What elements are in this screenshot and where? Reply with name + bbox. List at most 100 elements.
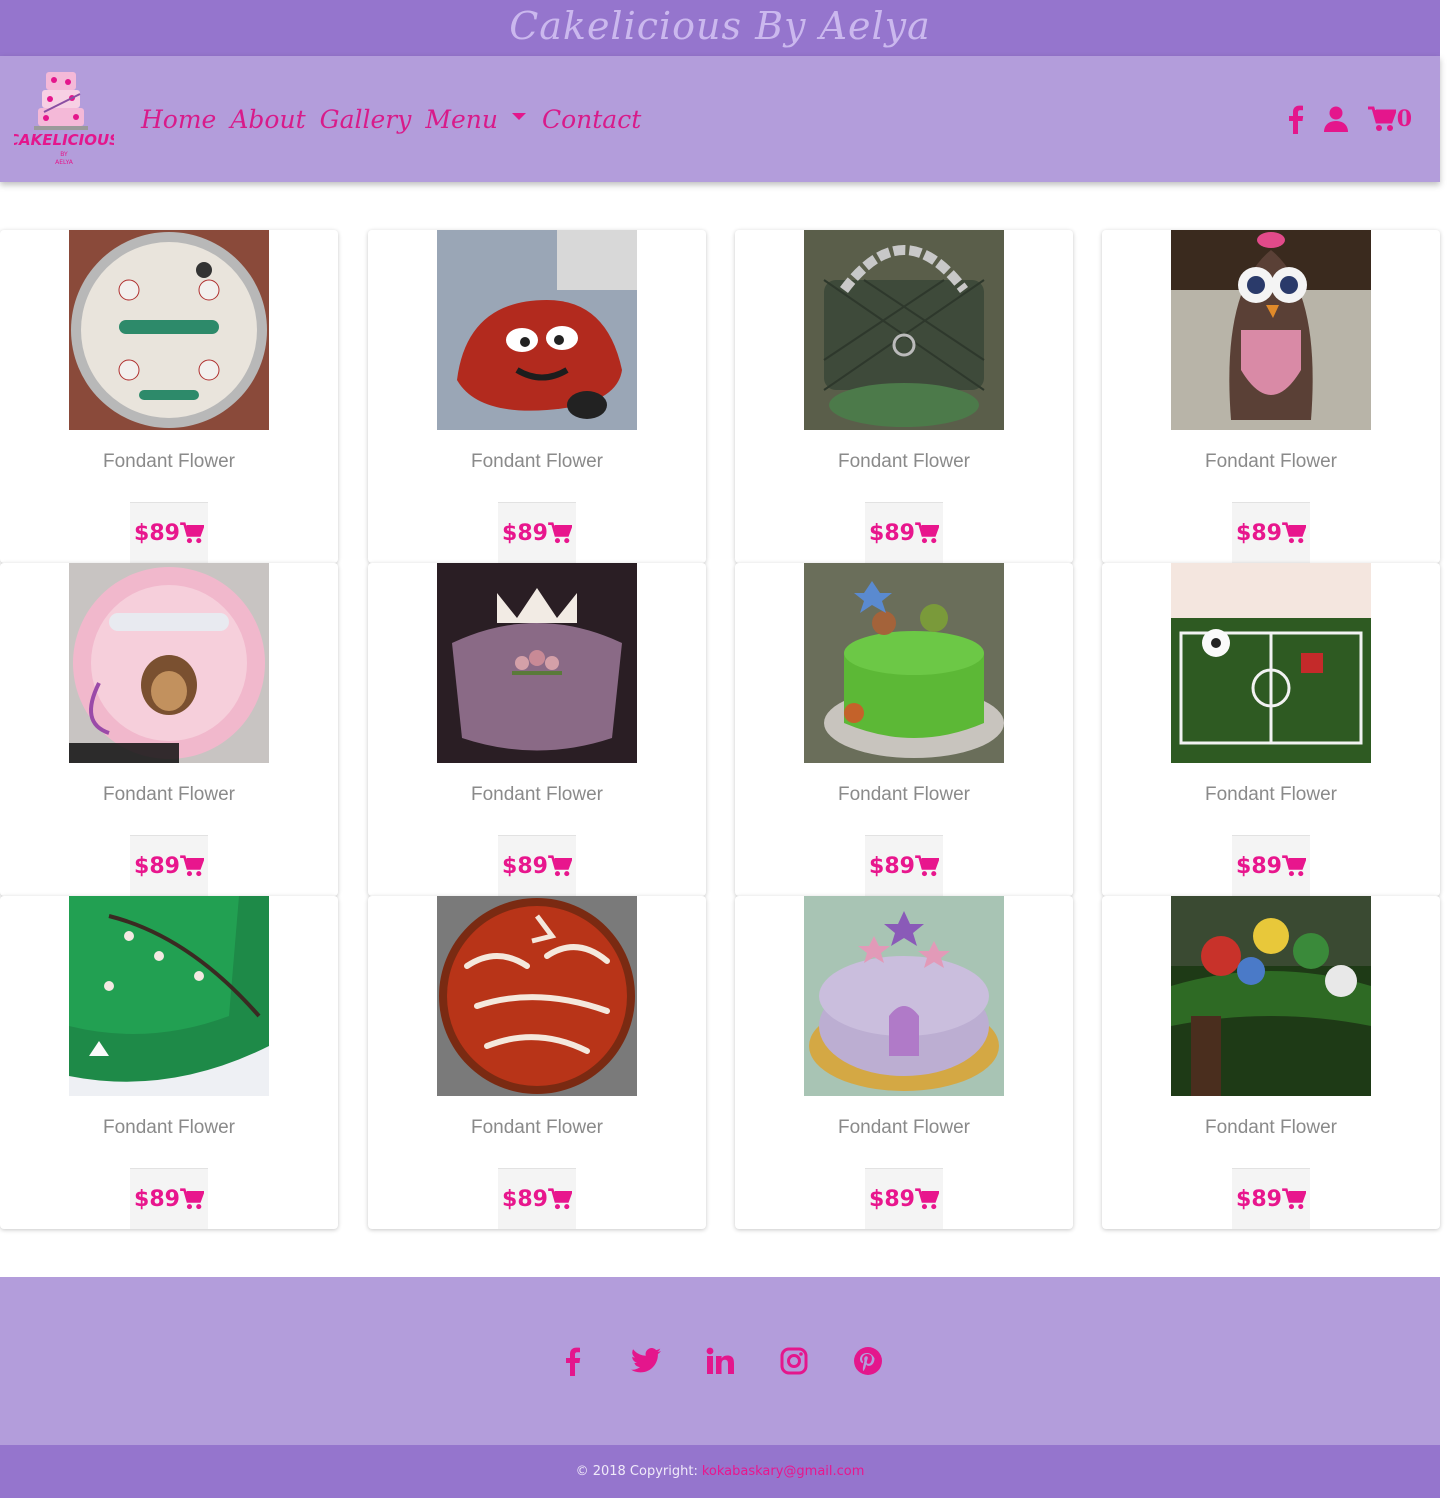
shopping-cart-icon xyxy=(1282,522,1306,544)
product-name: Fondant Flower xyxy=(470,451,603,472)
product-image xyxy=(1171,896,1371,1096)
add-to-cart-button[interactable]: $89 xyxy=(130,835,208,896)
caret-down-icon xyxy=(511,112,526,120)
product-card[interactable]: Fondant Flower $89 xyxy=(0,896,338,1229)
nav-home[interactable]: Home xyxy=(141,105,216,134)
user-icon[interactable] xyxy=(1323,106,1348,132)
linkedin-icon[interactable] xyxy=(702,1343,738,1379)
site-title-bar: Cakelicious By Aelya xyxy=(0,0,1440,56)
shopping-cart-icon xyxy=(915,1188,939,1210)
add-to-cart-button[interactable]: $89 xyxy=(865,502,943,563)
product-name: Fondant Flower xyxy=(102,1117,235,1138)
product-card[interactable]: Fondant Flower $89 xyxy=(368,230,706,563)
product-name: Fondant Flower xyxy=(1204,784,1337,805)
product-card[interactable]: Fondant Flower $89 xyxy=(0,563,338,896)
add-to-cart-button[interactable]: $89 xyxy=(865,835,943,896)
product-name: Fondant Flower xyxy=(837,451,970,472)
nav-links: Home About Gallery Menu Contact xyxy=(141,56,655,182)
product-price: $89 xyxy=(502,853,548,879)
twitter-icon[interactable] xyxy=(628,1343,664,1379)
footer-copyright-bar: © 2018 Copyright: kokabaskary@gmail.com xyxy=(0,1445,1440,1498)
shopping-cart-icon xyxy=(548,1188,572,1210)
instagram-icon[interactable] xyxy=(776,1343,812,1379)
site-title: Cakelicious By Aelya xyxy=(509,4,931,48)
add-to-cart-button[interactable]: $89 xyxy=(1232,835,1310,896)
product-image xyxy=(1171,563,1371,763)
nav-contact[interactable]: Contact xyxy=(542,105,641,134)
product-image xyxy=(804,563,1004,763)
product-name: Fondant Flower xyxy=(470,1117,603,1138)
product-image xyxy=(804,230,1004,430)
product-image xyxy=(437,563,637,763)
product-price: $89 xyxy=(1236,853,1282,879)
product-card[interactable]: Fondant Flower $89 xyxy=(735,230,1073,563)
product-card[interactable]: Fondant Flower $89 xyxy=(735,563,1073,896)
product-image xyxy=(804,896,1004,1096)
add-to-cart-button[interactable]: $89 xyxy=(865,1168,943,1229)
product-price: $89 xyxy=(1236,1186,1282,1212)
nav-gallery[interactable]: Gallery xyxy=(320,105,412,134)
product-price: $89 xyxy=(134,1186,180,1212)
facebook-icon[interactable] xyxy=(554,1343,590,1379)
add-to-cart-button[interactable]: $89 xyxy=(498,1168,576,1229)
product-name: Fondant Flower xyxy=(102,451,235,472)
svg-text:CAKELICIOUS: CAKELICIOUS xyxy=(14,131,114,149)
product-card[interactable]: Fondant Flower $89 xyxy=(0,230,338,563)
product-price: $89 xyxy=(134,520,180,546)
navbar: CAKELICIOUS BY AELYA Home About Gallery … xyxy=(0,56,1440,182)
shopping-cart-icon xyxy=(180,855,204,877)
product-card[interactable]: Fondant Flower $89 xyxy=(1102,896,1440,1229)
shopping-cart-icon xyxy=(1282,855,1306,877)
product-card[interactable]: Fondant Flower $89 xyxy=(1102,230,1440,563)
facebook-icon[interactable] xyxy=(1286,104,1304,134)
product-price: $89 xyxy=(502,1186,548,1212)
product-card[interactable]: Fondant Flower $89 xyxy=(368,896,706,1229)
shopping-cart-icon xyxy=(548,522,572,544)
add-to-cart-button[interactable]: $89 xyxy=(498,835,576,896)
nav-menu-dropdown[interactable]: Menu xyxy=(425,105,526,134)
pinterest-icon[interactable] xyxy=(850,1343,886,1379)
shopping-cart-icon xyxy=(915,855,939,877)
product-price: $89 xyxy=(134,853,180,879)
cart-count: 0 xyxy=(1396,106,1412,132)
svg-text:AELYA: AELYA xyxy=(55,159,74,166)
product-name: Fondant Flower xyxy=(102,784,235,805)
product-image xyxy=(437,230,637,430)
add-to-cart-button[interactable]: $89 xyxy=(1232,502,1310,563)
product-name: Fondant Flower xyxy=(470,784,603,805)
shopping-cart-icon[interactable]: 0 xyxy=(1367,106,1412,132)
add-to-cart-button[interactable]: $89 xyxy=(498,502,576,563)
site-logo[interactable]: CAKELICIOUS BY AELYA xyxy=(8,68,120,170)
product-card[interactable]: Fondant Flower $89 xyxy=(735,896,1073,1229)
product-price: $89 xyxy=(869,1186,915,1212)
product-price: $89 xyxy=(1236,520,1282,546)
product-price: $89 xyxy=(869,520,915,546)
shopping-cart-icon xyxy=(548,855,572,877)
product-price: $89 xyxy=(869,853,915,879)
product-price: $89 xyxy=(502,520,548,546)
product-image xyxy=(69,563,269,763)
product-name: Fondant Flower xyxy=(837,1117,970,1138)
nav-menu[interactable]: Menu xyxy=(425,105,498,134)
product-image xyxy=(69,896,269,1096)
shopping-cart-icon xyxy=(1282,1188,1306,1210)
product-card[interactable]: Fondant Flower $89 xyxy=(368,563,706,896)
product-image xyxy=(437,896,637,1096)
svg-text:BY: BY xyxy=(60,151,68,158)
product-name: Fondant Flower xyxy=(1204,451,1337,472)
product-image xyxy=(69,230,269,430)
product-name: Fondant Flower xyxy=(837,784,970,805)
product-name: Fondant Flower xyxy=(1204,1117,1337,1138)
footer-social-bar xyxy=(0,1277,1440,1445)
contact-email-link[interactable]: kokabaskary@gmail.com xyxy=(702,1464,865,1479)
shopping-cart-icon xyxy=(180,1188,204,1210)
add-to-cart-button[interactable]: $89 xyxy=(130,502,208,563)
add-to-cart-button[interactable]: $89 xyxy=(130,1168,208,1229)
shopping-cart-icon xyxy=(915,522,939,544)
add-to-cart-button[interactable]: $89 xyxy=(1232,1168,1310,1229)
copyright-text: © 2018 Copyright: xyxy=(575,1464,698,1479)
product-card[interactable]: Fondant Flower $89 xyxy=(1102,563,1440,896)
nav-icons: 0 xyxy=(1266,56,1412,182)
nav-about[interactable]: About xyxy=(230,105,305,134)
product-image xyxy=(1171,230,1371,430)
